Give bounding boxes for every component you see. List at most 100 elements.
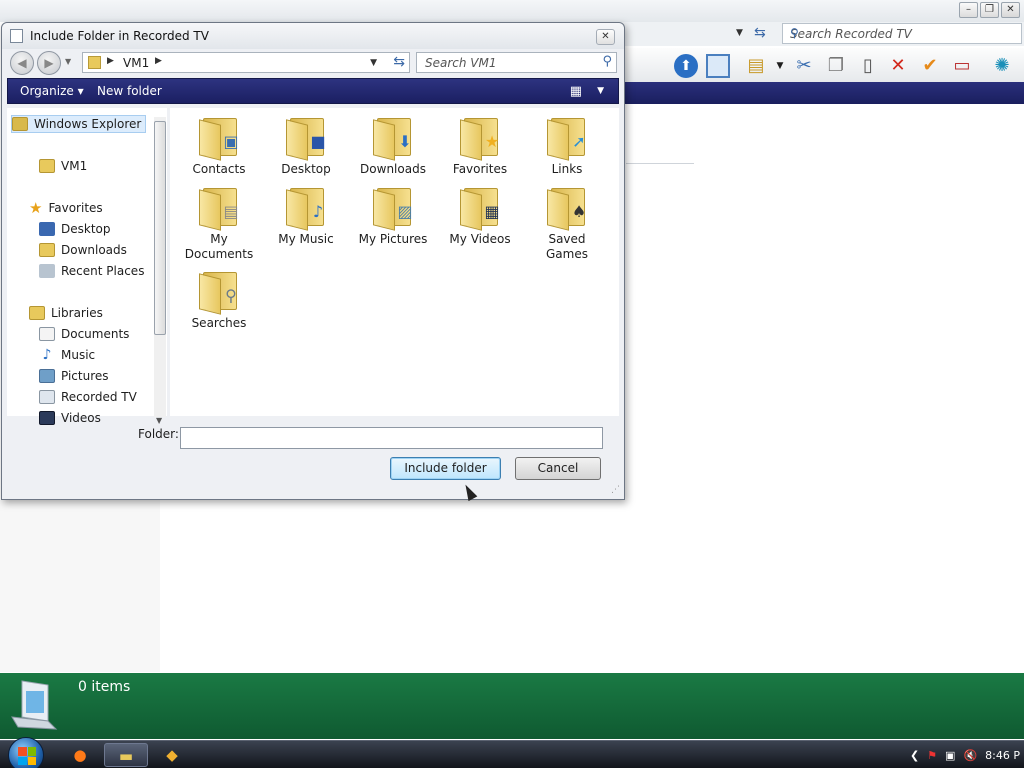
nav-item-documents[interactable]: Documents	[39, 325, 129, 343]
checkmark-icon[interactable]: ✔	[918, 54, 942, 78]
search-input[interactable]: Search Recorded TV ⚲	[782, 23, 1022, 44]
nav-label: Desktop	[61, 222, 111, 236]
folder-item-downloads[interactable]: ⬇ Downloads	[355, 114, 431, 177]
rename-icon[interactable]: ▭	[950, 54, 974, 78]
cancel-button[interactable]: Cancel	[515, 457, 601, 480]
folder-item-my-music[interactable]: ♪ My Music	[268, 184, 344, 247]
organize-button[interactable]: Organize ▾	[20, 84, 84, 98]
forward-button[interactable]: ▶	[37, 51, 61, 75]
network-icon[interactable]: ▣	[945, 749, 955, 762]
folder-item-favorites[interactable]: ★ Favorites	[442, 114, 518, 177]
magnifier-icon: ⚲	[225, 286, 237, 305]
window-titlebar: – ❐ ✕	[0, 0, 1024, 22]
search-input[interactable]: Search VM1 ⚲	[416, 52, 617, 73]
media-center-taskbar-button[interactable]: ◆	[150, 743, 194, 767]
show-hidden-icons-icon[interactable]: ❮	[910, 749, 919, 762]
folder-item-contacts[interactable]: ▣ Contacts	[181, 114, 257, 177]
nav-label: Videos	[61, 411, 101, 425]
search-icon[interactable]: ⚲	[790, 26, 1016, 40]
back-button[interactable]: ◀	[10, 51, 34, 75]
up-arrow-icon[interactable]: ⬆	[674, 54, 698, 78]
folder-item-saved-games[interactable]: ♠ Saved Games	[529, 184, 605, 262]
nav-item-videos[interactable]: Videos	[39, 409, 101, 427]
folder-input[interactable]	[181, 428, 602, 448]
nav-item-desktop[interactable]: Desktop	[39, 220, 111, 238]
folder-options-icon[interactable]: ▤	[744, 54, 768, 78]
folder-icon: ▨	[373, 184, 413, 231]
nav-item-windows-explorer[interactable]: Windows Explorer	[11, 115, 147, 133]
folder-icon	[39, 159, 55, 173]
restore-button[interactable]: ❐	[980, 2, 999, 18]
views-icon[interactable]: ▦	[570, 84, 582, 99]
paste-icon[interactable]: ▯	[856, 54, 880, 78]
folder-item-searches[interactable]: ⚲ Searches	[181, 268, 257, 331]
minimize-button[interactable]: –	[959, 2, 978, 18]
folder-item-links[interactable]: ➚ Links	[529, 114, 605, 177]
folder-icon	[12, 117, 28, 131]
chevron-down-icon[interactable]: ▼	[597, 86, 604, 96]
firefox-icon[interactable]: ●	[58, 743, 102, 767]
nav-item-recorded-tv[interactable]: Recorded TV	[39, 388, 137, 406]
folder-item-desktop[interactable]: ■ Desktop	[268, 114, 344, 177]
nav-item-libraries[interactable]: Libraries	[29, 304, 103, 322]
folder-icon: ⚲	[199, 268, 239, 315]
scissors-icon[interactable]: ✂	[792, 54, 816, 78]
explorer-taskbar-button[interactable]: ▬	[104, 743, 148, 767]
scrollbar-thumb[interactable]	[154, 121, 166, 335]
folder-label: Saved Games	[546, 232, 588, 261]
nav-label: Windows Explorer	[34, 117, 142, 131]
folder-item-my-documents[interactable]: ▤ My Documents	[181, 184, 257, 262]
nav-item-downloads[interactable]: Downloads	[39, 241, 127, 259]
nav-label: Documents	[61, 327, 130, 341]
folder-label: My Music	[278, 232, 334, 246]
include-folder-button[interactable]: Include folder	[390, 457, 501, 480]
new-folder-button[interactable]: New folder	[97, 84, 162, 98]
nav-item-recent-places[interactable]: Recent Places	[39, 262, 144, 280]
nav-label: Recorded TV	[61, 390, 137, 404]
close-button[interactable]: ✕	[596, 29, 615, 45]
desktop-icon	[39, 222, 55, 236]
delete-icon[interactable]: ✕	[886, 54, 910, 78]
nav-item-favorites[interactable]: ★ Favorites	[29, 199, 103, 217]
folder-item-my-pictures[interactable]: ▨ My Pictures	[355, 184, 431, 247]
dialog-titlebar: Include Folder in Recorded TV ✕	[2, 23, 624, 49]
recorded-tv-icon	[11, 680, 58, 730]
nav-item-music[interactable]: ♪ Music	[39, 346, 96, 364]
folder-field[interactable]	[180, 427, 603, 449]
preview-pane-icon[interactable]	[706, 54, 730, 78]
chevron-down-icon: ▾	[77, 84, 84, 98]
folder-item-my-videos[interactable]: ▦ My Videos	[442, 184, 518, 247]
nav-item-vm1[interactable]: VM1	[39, 157, 87, 175]
action-center-icon[interactable]: ⚑	[927, 749, 937, 762]
search-icon[interactable]: ⚲	[602, 54, 612, 69]
start-button[interactable]	[8, 737, 44, 768]
chevron-right-icon[interactable]: ▶	[155, 56, 162, 66]
windows-logo-icon	[18, 747, 36, 765]
scrollbar[interactable]: ▼	[154, 117, 166, 425]
pictures-icon	[39, 369, 55, 383]
volume-muted-icon[interactable]: 🔇	[963, 749, 977, 762]
chevron-right-icon[interactable]: ▶	[107, 56, 114, 66]
recent-pages-dropdown[interactable]: ▼	[65, 57, 71, 66]
refresh-icon[interactable]: ⇆	[393, 54, 405, 70]
close-button[interactable]: ✕	[1001, 2, 1020, 18]
shell-icon[interactable]: ✺	[990, 54, 1014, 78]
resize-grip-icon[interactable]: ⋰	[611, 485, 620, 495]
folder-label: Downloads	[360, 162, 426, 176]
nav-item-pictures[interactable]: Pictures	[39, 367, 109, 385]
folder-icon: ♪	[286, 184, 326, 231]
contacts-badge-icon: ▣	[223, 132, 239, 151]
clock[interactable]: 8:46 P	[985, 749, 1020, 762]
scroll-down-arrow-icon[interactable]: ▼	[156, 416, 162, 425]
navigation-pane-background	[0, 500, 160, 672]
address-bar[interactable]: ▶ VM1 ▶ ▼ ⇆	[82, 52, 410, 73]
folder-label: Favorites	[452, 162, 508, 176]
chevron-down-icon[interactable]: ▼	[736, 28, 743, 38]
chevron-down-icon[interactable]: ▼	[370, 58, 377, 68]
copy-icon[interactable]: ❐	[824, 54, 848, 78]
refresh-icon[interactable]: ⇆	[754, 25, 766, 41]
folder-icon: ➚	[547, 114, 587, 161]
chevron-down-icon[interactable]: ▼	[768, 54, 792, 78]
breadcrumb[interactable]: VM1	[123, 56, 149, 70]
dialog-title: Include Folder in Recorded TV	[30, 29, 209, 43]
